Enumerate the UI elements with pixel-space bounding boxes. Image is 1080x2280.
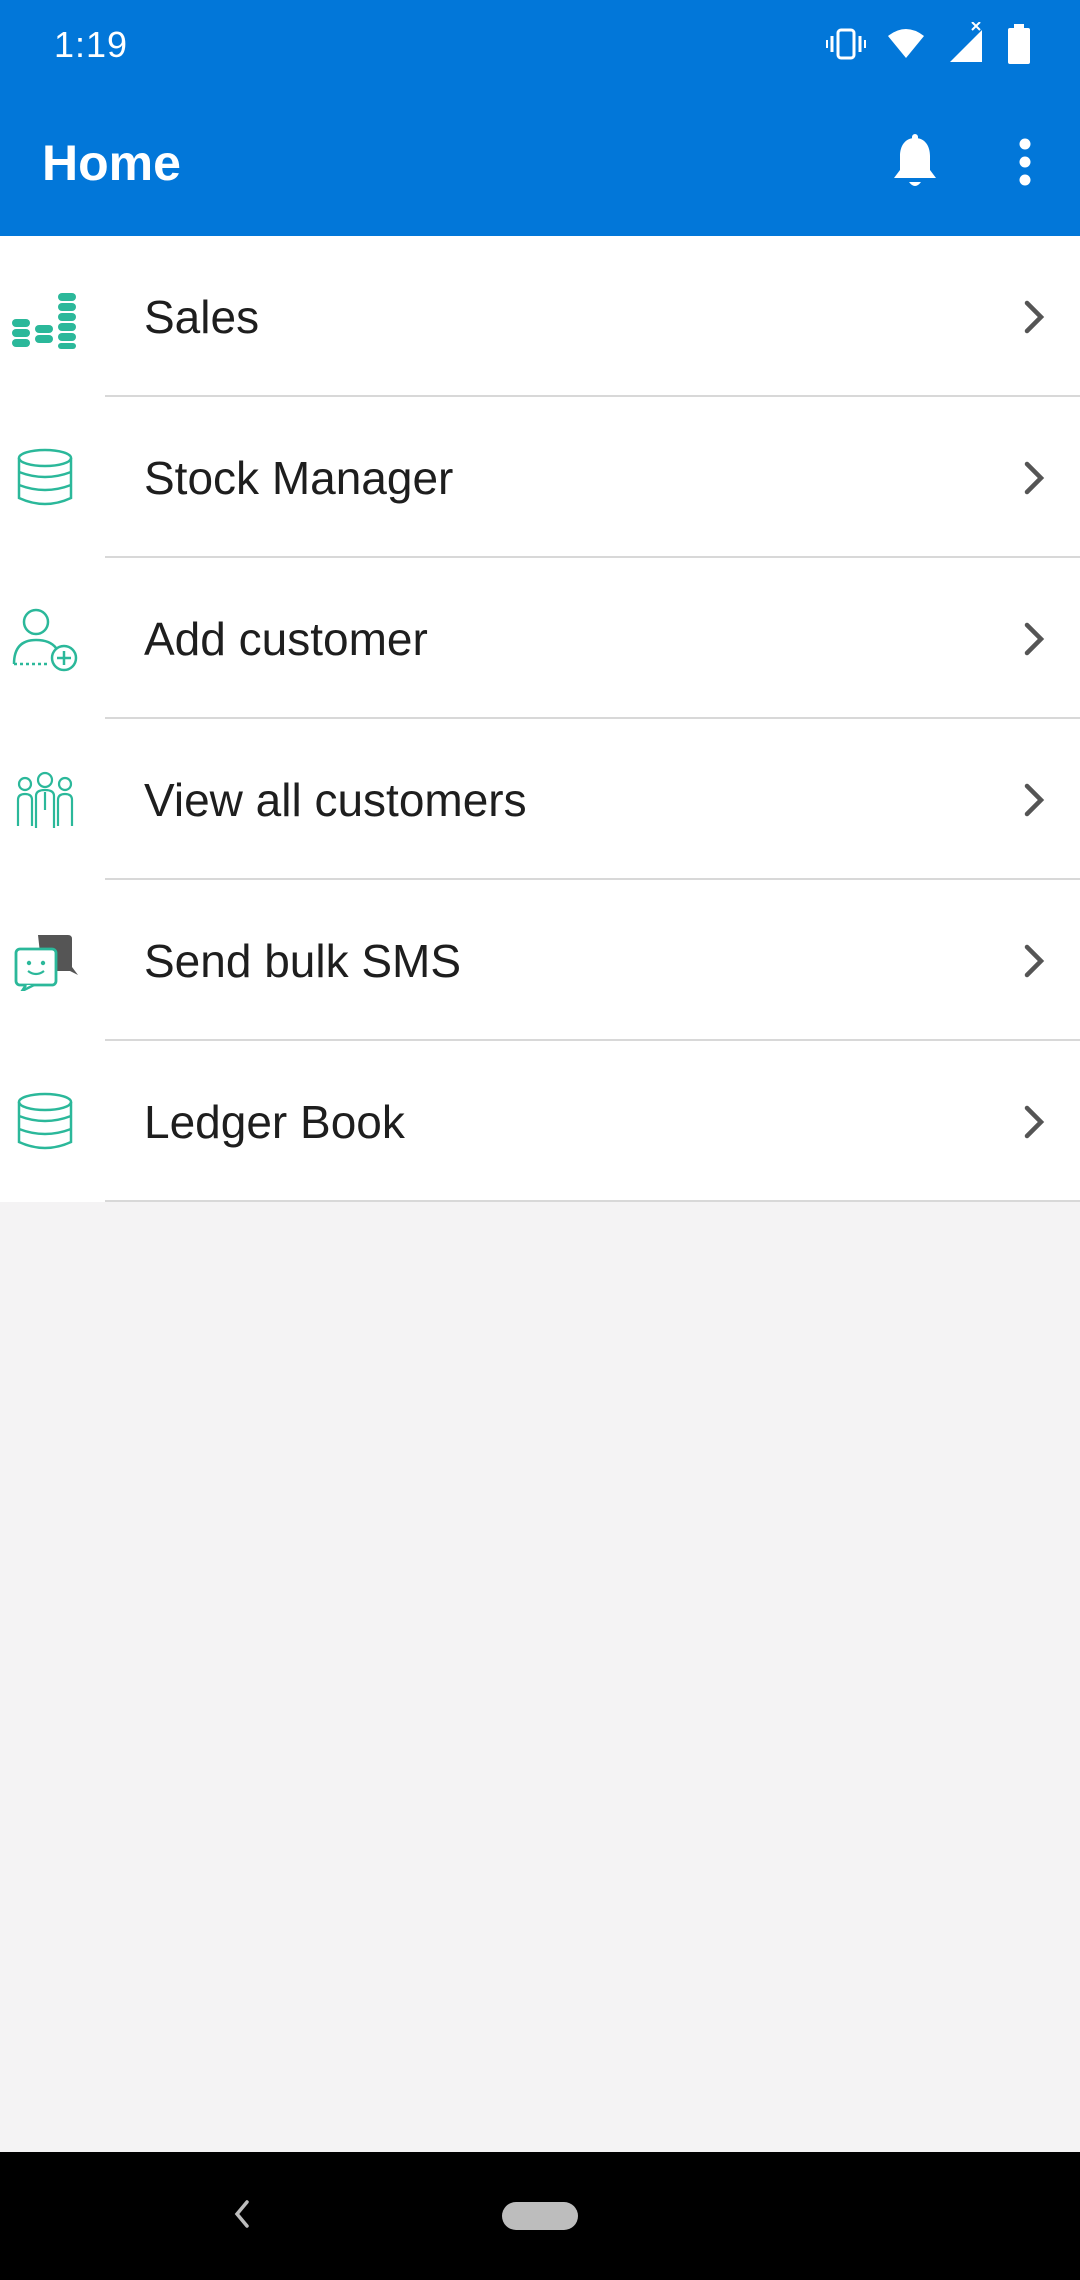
menu-item-label: View all customers	[144, 773, 527, 826]
page-title: Home	[42, 135, 181, 191]
chevron-right-icon	[1014, 458, 1054, 498]
notifications-button[interactable]	[860, 92, 970, 236]
status-icons	[826, 21, 1032, 71]
nav-home-button[interactable]	[502, 2202, 578, 2230]
chevron-right-icon	[1014, 297, 1054, 337]
system-nav-bar	[0, 2152, 1080, 2280]
customers-group-icon	[10, 765, 80, 835]
menu-item-label: Sales	[144, 290, 260, 343]
chevron-right-icon	[1014, 780, 1054, 820]
menu-item-send-bulk-sms[interactable]: Send bulk SMS	[0, 880, 1080, 1041]
menu-item-stock-manager[interactable]: Stock Manager	[0, 397, 1080, 558]
menu-item-view-all-customers[interactable]: View all customers	[0, 719, 1080, 880]
menu-item-label: Ledger Book	[144, 1095, 405, 1148]
add-user-icon	[10, 604, 80, 674]
app-bar: Home	[0, 92, 1080, 236]
menu-item-label: Stock Manager	[144, 451, 454, 504]
battery-icon	[1006, 24, 1032, 69]
menu-item-label: Send bulk SMS	[144, 934, 462, 987]
menu-item-sales[interactable]: Sales	[0, 236, 1080, 397]
more-options-button[interactable]	[970, 92, 1080, 236]
wifi-icon	[886, 26, 926, 67]
database-icon	[10, 1087, 80, 1157]
more-vert-icon	[1017, 138, 1033, 191]
menu-item-ledger-book[interactable]: Ledger Book	[0, 1041, 1080, 1202]
chat-bubbles-icon	[10, 926, 80, 996]
chevron-left-icon	[232, 2198, 252, 2235]
chevron-right-icon	[1014, 619, 1054, 659]
notification-bell-icon	[891, 133, 939, 195]
status-bar: 1:19	[0, 0, 1080, 92]
menu-item-add-customer[interactable]: Add customer	[0, 558, 1080, 719]
app-bar-actions	[860, 92, 1080, 236]
database-icon	[10, 443, 80, 513]
coins-stack-icon	[10, 282, 80, 352]
status-time: 1:19	[54, 24, 129, 65]
home-menu-list: Sales Stock Manager Add customer View al…	[0, 236, 1080, 1202]
divider	[105, 1200, 1080, 1202]
chevron-right-icon	[1014, 941, 1054, 981]
vibrate-icon	[826, 26, 866, 67]
chevron-right-icon	[1014, 1102, 1054, 1142]
menu-item-label: Add customer	[144, 612, 428, 665]
nav-back-button[interactable]	[222, 2192, 262, 2240]
signal-icon	[946, 21, 986, 71]
